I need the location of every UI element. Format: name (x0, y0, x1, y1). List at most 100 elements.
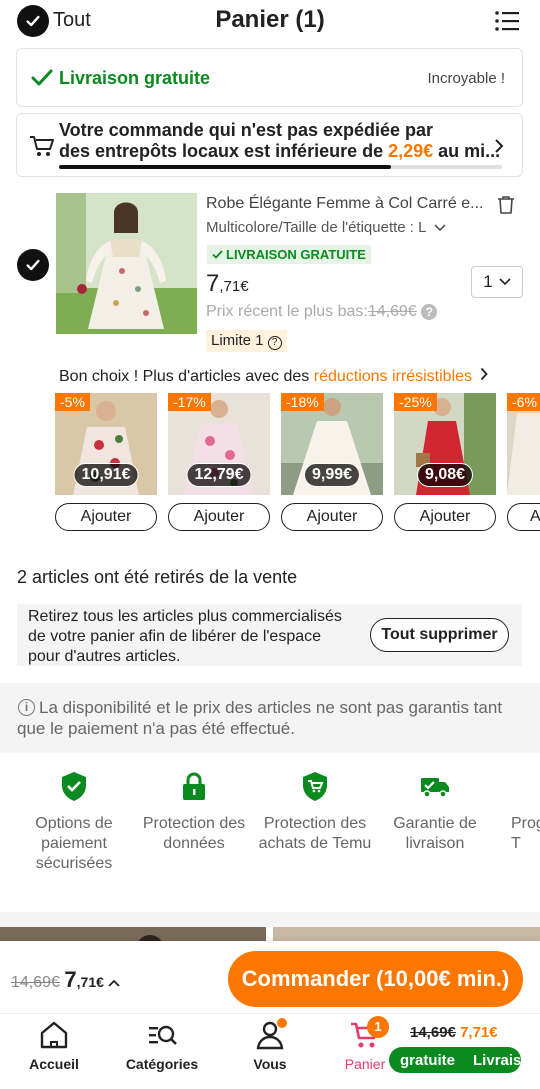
checkout-bar: 14,69€ 7,71€ Commander (10,00€ min.) (0, 941, 540, 1013)
warehouse-progress-track (59, 165, 502, 169)
trust-badge-icon-spacer (497, 770, 540, 814)
help-icon[interactable]: ? (421, 304, 438, 320)
recommendations-heading[interactable]: Bon choix ! Plus d'articles avec des réd… (59, 367, 489, 386)
trust-badge[interactable]: Protection des données (135, 770, 253, 854)
item-price-dec: ,71€ (219, 278, 249, 295)
checkout-price-int: 7 (64, 967, 77, 992)
truck-check-icon (421, 778, 449, 798)
recommendation-price: 9,08€ (416, 463, 474, 487)
nav-cart-pill-text-2: Livrais (473, 1051, 521, 1069)
recommendation-image[interactable]: -17% 12,79€ (168, 393, 270, 495)
section-divider (0, 912, 540, 927)
nav-cart-prices: 14,69€ 7,71€ (410, 1024, 498, 1041)
delete-all-button[interactable]: Tout supprimer (370, 618, 509, 652)
trust-badge-label: Garantie de livraison (393, 815, 477, 852)
item-checkbox[interactable] (17, 249, 49, 281)
warehouse-progress-fill (59, 165, 392, 169)
add-to-cart-button[interactable]: A (507, 503, 540, 531)
select-all-label[interactable]: Tout (53, 9, 91, 32)
nav-categories[interactable]: Catégories (117, 1018, 207, 1072)
trust-badge-label: Prog de p d'ar T (511, 815, 540, 852)
shield-cart-icon (303, 772, 327, 801)
shield-check-icon (62, 772, 86, 801)
recent-low-price: Prix récent le plus bas:14,69€ ? (206, 303, 438, 321)
checkout-total[interactable]: 14,69€ 7,71€ (11, 967, 120, 993)
warehouse-amount: 2,29€ (388, 141, 434, 161)
recent-low-value: 14,69€ (367, 303, 417, 320)
recommendation-price: 10,91€ (73, 463, 139, 487)
recommendation-card[interactable]: -18% 9,99€ Ajouter (281, 393, 383, 531)
variant-selector[interactable]: Multicolore/Taille de l'étiquette : L (206, 219, 446, 236)
recommendation-image[interactable]: -25% 9,08€ (394, 393, 496, 495)
check-icon (26, 15, 40, 27)
nav-account[interactable]: Vous (225, 1018, 315, 1072)
removed-panel: Retirez tous les articles plus commercia… (17, 604, 522, 666)
add-to-cart-button[interactable]: Ajouter (55, 503, 157, 531)
add-to-cart-button[interactable]: Ajouter (281, 503, 383, 531)
free-shipping-label: Livraison gratuite (59, 68, 211, 88)
trust-badge-label: Options de paiement sécurisées (35, 815, 113, 872)
checkout-old-price: 14,69€ (11, 974, 60, 991)
user-icon (256, 1018, 287, 1050)
chevron-right-icon (481, 367, 489, 381)
trust-badge[interactable]: Prog de p d'ar T (497, 770, 540, 854)
nav-cart-new-price: 7,71€ (460, 1024, 498, 1041)
lock-icon (183, 772, 205, 800)
list-icon[interactable] (494, 10, 520, 32)
recommendations-heading-highlight: réductions irrésistibles (313, 368, 473, 385)
nav-account-label: Vous (253, 1056, 287, 1072)
warehouse-text-line2: des entrepôts locaux est inférieure de (59, 141, 389, 161)
quantity-selector[interactable]: 1 (471, 266, 523, 298)
trash-icon[interactable] (497, 195, 515, 215)
removed-heading: 2 articles ont été retirés de la vente (17, 567, 298, 587)
recommendation-card[interactable]: -17% 12,79€ Ajouter (168, 393, 270, 531)
trust-badge-label: Protection des données (142, 815, 246, 852)
free-shipping-badge-label: LIVRAISON GRATUITE (226, 247, 366, 262)
recent-low-label: Prix récent le plus bas: (206, 303, 368, 320)
limit-label: Limite 1 (211, 332, 264, 349)
free-shipping-note: Incroyable ! (427, 70, 505, 87)
recommendation-price: 9,99€ (303, 463, 361, 487)
item-price-int: 7 (206, 270, 220, 297)
limit-badge: Limite 1 ? (206, 330, 287, 352)
nav-cart-shipping-pill: gratuite Livrais (389, 1047, 521, 1073)
add-to-cart-button[interactable]: Ajouter (168, 503, 270, 531)
product-title[interactable]: Robe Élégante Femme à Col Carré e... (206, 195, 483, 213)
discount-badge: -6% (507, 393, 540, 411)
discount-badge: -18% (281, 393, 324, 411)
disclaimer-text: La disponibilité et le prix des articles… (17, 698, 503, 738)
variant-label: Multicolore/Taille de l'étiquette : L (206, 219, 426, 236)
product-image[interactable] (56, 193, 197, 334)
trust-badge[interactable]: Garantie de livraison (376, 770, 494, 854)
discount-badge: -17% (168, 393, 211, 411)
help-icon[interactable]: ? (267, 336, 282, 350)
warehouse-text-line1: Votre commande qui n'est pas expédiée pa… (59, 120, 434, 140)
nav-home-label: Accueil (29, 1056, 79, 1072)
trust-badge[interactable]: Options de paiement sécurisées (15, 770, 133, 874)
recommendation-image[interactable]: -5% 10,91€ (55, 393, 157, 495)
nav-home[interactable]: Accueil (9, 1018, 99, 1072)
recommendation-card[interactable]: -6% A (507, 393, 540, 531)
free-shipping-banner: Livraison gratuite Incroyable ! (16, 48, 523, 107)
warehouse-notice[interactable]: Votre commande qui n'est pas expédiée pa… (16, 113, 523, 177)
recommendation-image[interactable]: -18% 9,99€ (281, 393, 383, 495)
recommendation-image[interactable]: -6% (507, 393, 540, 495)
nav-categories-label: Catégories (125, 1056, 199, 1072)
cart-count-badge: 1 (367, 1016, 389, 1038)
recommendation-card[interactable]: -25% 9,08€ Ajouter (394, 393, 496, 531)
select-all-checkbox[interactable] (17, 5, 49, 37)
checkout-button[interactable]: Commander (10,00€ min.) (228, 951, 523, 1007)
checkout-price-dec: ,71€ (76, 974, 104, 990)
trust-badge-label: Protection des achats de Temu (258, 815, 372, 852)
check-icon (212, 250, 223, 259)
free-shipping-badge: LIVRAISON GRATUITE (207, 245, 371, 264)
discount-badge: -25% (394, 393, 437, 411)
nav-cart-old-price: 14,69€ (410, 1024, 456, 1041)
recommendation-card[interactable]: -5% 10,91€ Ajouter (55, 393, 157, 531)
quantity-value: 1 (483, 272, 493, 291)
add-to-cart-button[interactable]: Ajouter (394, 503, 496, 531)
removed-description: Retirez tous les articles plus commercia… (28, 608, 342, 665)
item-price: 7,71€ (206, 270, 249, 298)
trust-badge[interactable]: Protection des achats de Temu (256, 770, 374, 854)
home-icon (40, 1021, 68, 1049)
